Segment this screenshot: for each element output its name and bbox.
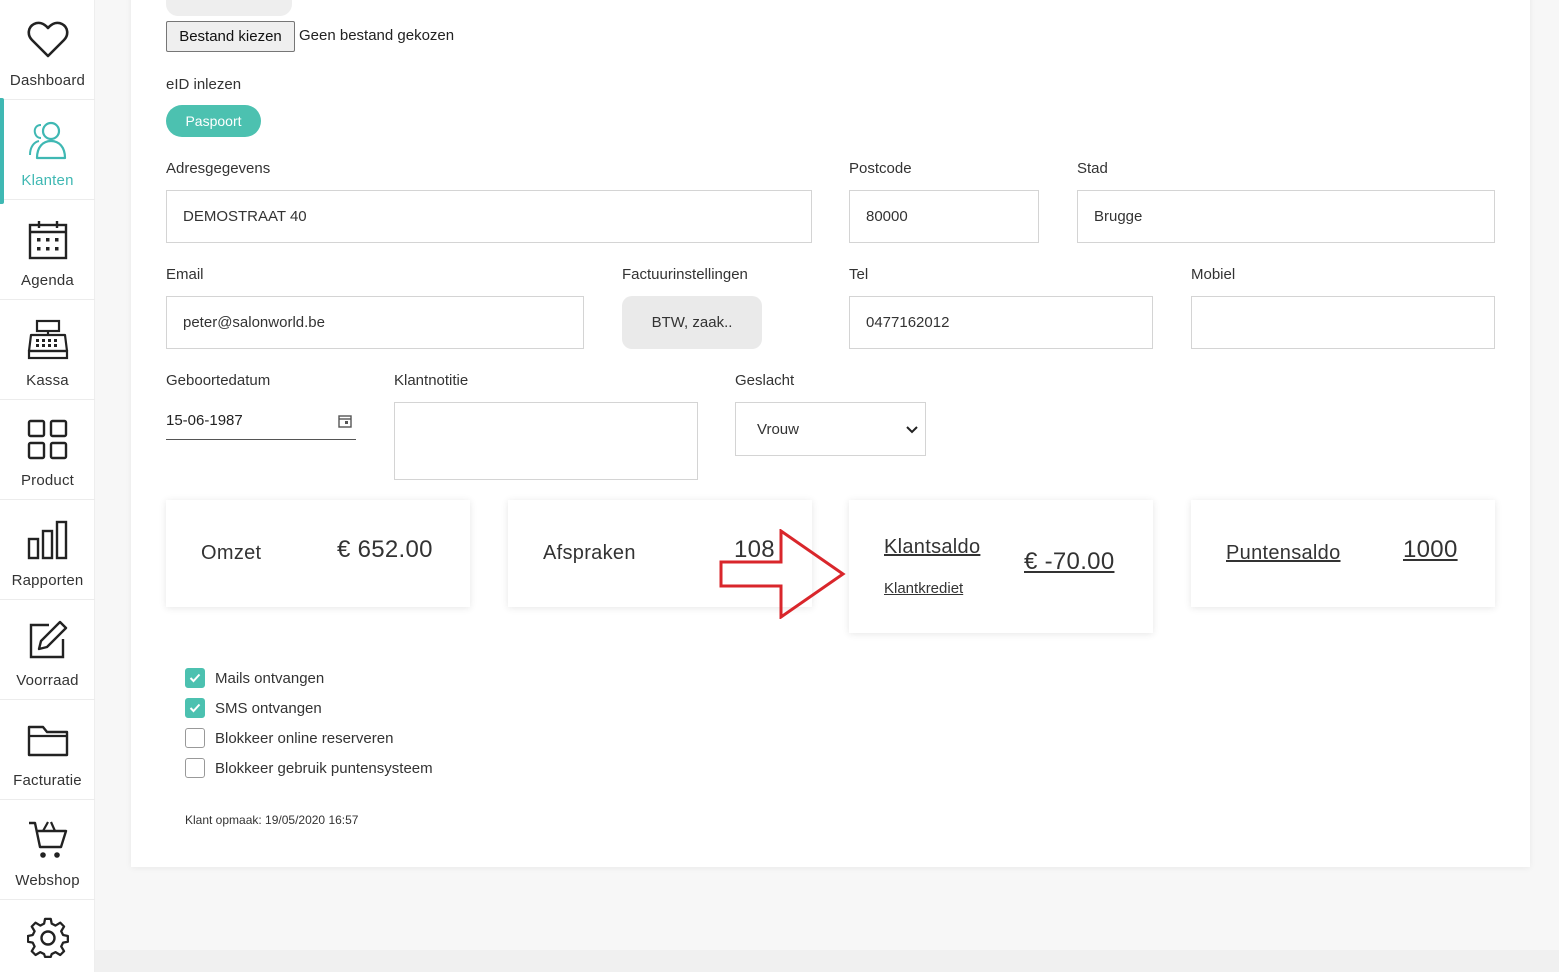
tel-input[interactable]: 0477162012 — [849, 296, 1153, 349]
birthdate-label: Geboortedatum — [166, 372, 271, 389]
invoice-settings-label: Factuurinstellingen — [622, 266, 748, 283]
gender-select[interactable]: Vrouw — [735, 402, 926, 456]
file-status-text: Geen bestand gekozen — [299, 27, 455, 44]
cart-icon — [26, 818, 70, 862]
client-note-label: Klantnotitie — [394, 372, 469, 389]
birthdate-input[interactable]: 15-06-1987 — [166, 402, 356, 440]
option-block-points-system[interactable]: Blokkeer gebruik puntensysteem — [185, 758, 433, 778]
option-label: Mails ontvangen — [215, 669, 325, 687]
sidebar-item-label: Product — [20, 472, 75, 489]
sidebar-item-label: Webshop — [15, 872, 80, 889]
email-label: Email — [166, 266, 204, 283]
choose-file-button[interactable]: Bestand kiezen — [166, 21, 295, 52]
option-label: SMS ontvangen — [215, 699, 322, 717]
option-label: Blokkeer gebruik puntensysteem — [215, 759, 433, 777]
invoice-settings-button[interactable]: BTW, zaak.. — [622, 296, 762, 349]
client-balance-value[interactable]: € -70.00 — [1024, 548, 1114, 576]
photo-placeholder — [166, 0, 292, 16]
sidebar-item-klanten[interactable]: Klanten — [0, 98, 95, 204]
eid-label: eID inlezen — [166, 76, 242, 93]
checkbox-unchecked[interactable] — [185, 758, 205, 778]
gender-selected-value: Vrouw — [757, 420, 799, 438]
email-input[interactable]: peter@salonworld.be — [166, 296, 584, 349]
edit-icon — [26, 618, 70, 662]
client-created-timestamp: Klant opmaak: 19/05/2020 16:57 — [185, 813, 359, 827]
tel-label: Tel — [849, 266, 869, 283]
postcode-label: Postcode — [849, 160, 912, 177]
mobile-label: Mobiel — [1191, 266, 1236, 283]
sidebar-item-kassa[interactable]: Kassa — [0, 300, 95, 400]
sidebar-item-settings[interactable] — [0, 900, 95, 972]
gear-icon — [26, 916, 70, 960]
client-note-textarea[interactable] — [394, 402, 698, 480]
users-icon — [26, 118, 70, 162]
sidebar: Dashboard Klanten Agenda Kassa Product R… — [0, 0, 95, 972]
birthdate-value: 15-06-1987 — [166, 412, 243, 429]
sidebar-item-label: Kassa — [26, 372, 69, 389]
option-sms[interactable]: SMS ontvangen — [185, 698, 322, 718]
page-footer — [95, 950, 1559, 972]
sidebar-item-label: Rapporten — [11, 572, 84, 589]
grid-icon — [26, 418, 70, 462]
option-label: Blokkeer online reserveren — [215, 729, 394, 747]
checkbox-checked[interactable] — [185, 668, 205, 688]
points-balance-card: Puntensaldo 1000 — [1191, 500, 1495, 607]
folder-icon — [26, 718, 70, 762]
sidebar-item-label: Dashboard — [9, 72, 86, 89]
mobile-input[interactable] — [1191, 296, 1495, 349]
sidebar-item-label: Klanten — [21, 172, 74, 189]
points-balance-value[interactable]: 1000 — [1403, 536, 1458, 564]
turnover-label: Omzet — [201, 542, 262, 564]
postcode-input[interactable]: 80000 — [849, 190, 1039, 243]
bar-chart-icon — [26, 518, 70, 562]
heart-icon — [26, 18, 70, 62]
sidebar-item-label: Facturatie — [13, 772, 82, 789]
sidebar-item-agenda[interactable]: Agenda — [0, 200, 95, 300]
option-block-online-booking[interactable]: Blokkeer online reserveren — [185, 728, 393, 748]
chevron-down-icon — [905, 423, 919, 441]
sidebar-item-product[interactable]: Product — [0, 400, 95, 500]
sidebar-item-facturatie[interactable]: Facturatie — [0, 700, 95, 800]
calendar-icon — [26, 218, 70, 262]
city-label: Stad — [1077, 160, 1108, 177]
sidebar-item-label: Voorraad — [16, 672, 79, 689]
turnover-card: Omzet € 652.00 — [166, 500, 470, 607]
address-input[interactable]: DEMOSTRAAT 40 — [166, 190, 812, 243]
city-input[interactable]: Brugge — [1077, 190, 1495, 243]
client-balance-link[interactable]: Klantsaldo — [884, 536, 980, 559]
sidebar-item-webshop[interactable]: Webshop — [0, 800, 95, 900]
sidebar-item-voorraad[interactable]: Voorraad — [0, 600, 95, 700]
gender-label: Geslacht — [735, 372, 795, 389]
checkbox-unchecked[interactable] — [185, 728, 205, 748]
calendar-picker-icon[interactable] — [338, 414, 352, 432]
points-balance-link[interactable]: Puntensaldo — [1226, 542, 1341, 565]
appointments-label: Afspraken — [543, 542, 636, 564]
option-mails[interactable]: Mails ontvangen — [185, 668, 324, 688]
sidebar-item-label: Agenda — [21, 272, 74, 289]
checkbox-checked[interactable] — [185, 698, 205, 718]
sidebar-item-rapporten[interactable]: Rapporten — [0, 500, 95, 600]
red-arrow-annotation — [719, 529, 846, 619]
sidebar-item-dashboard[interactable]: Dashboard — [0, 0, 95, 100]
passport-button[interactable]: Paspoort — [166, 105, 261, 137]
client-credit-link[interactable]: Klantkrediet — [884, 580, 963, 597]
address-label: Adresgegevens — [166, 160, 271, 177]
cash-register-icon — [26, 318, 70, 362]
client-balance-card: Klantsaldo € -70.00 Klantkrediet — [849, 500, 1153, 633]
turnover-value: € 652.00 — [337, 536, 433, 563]
